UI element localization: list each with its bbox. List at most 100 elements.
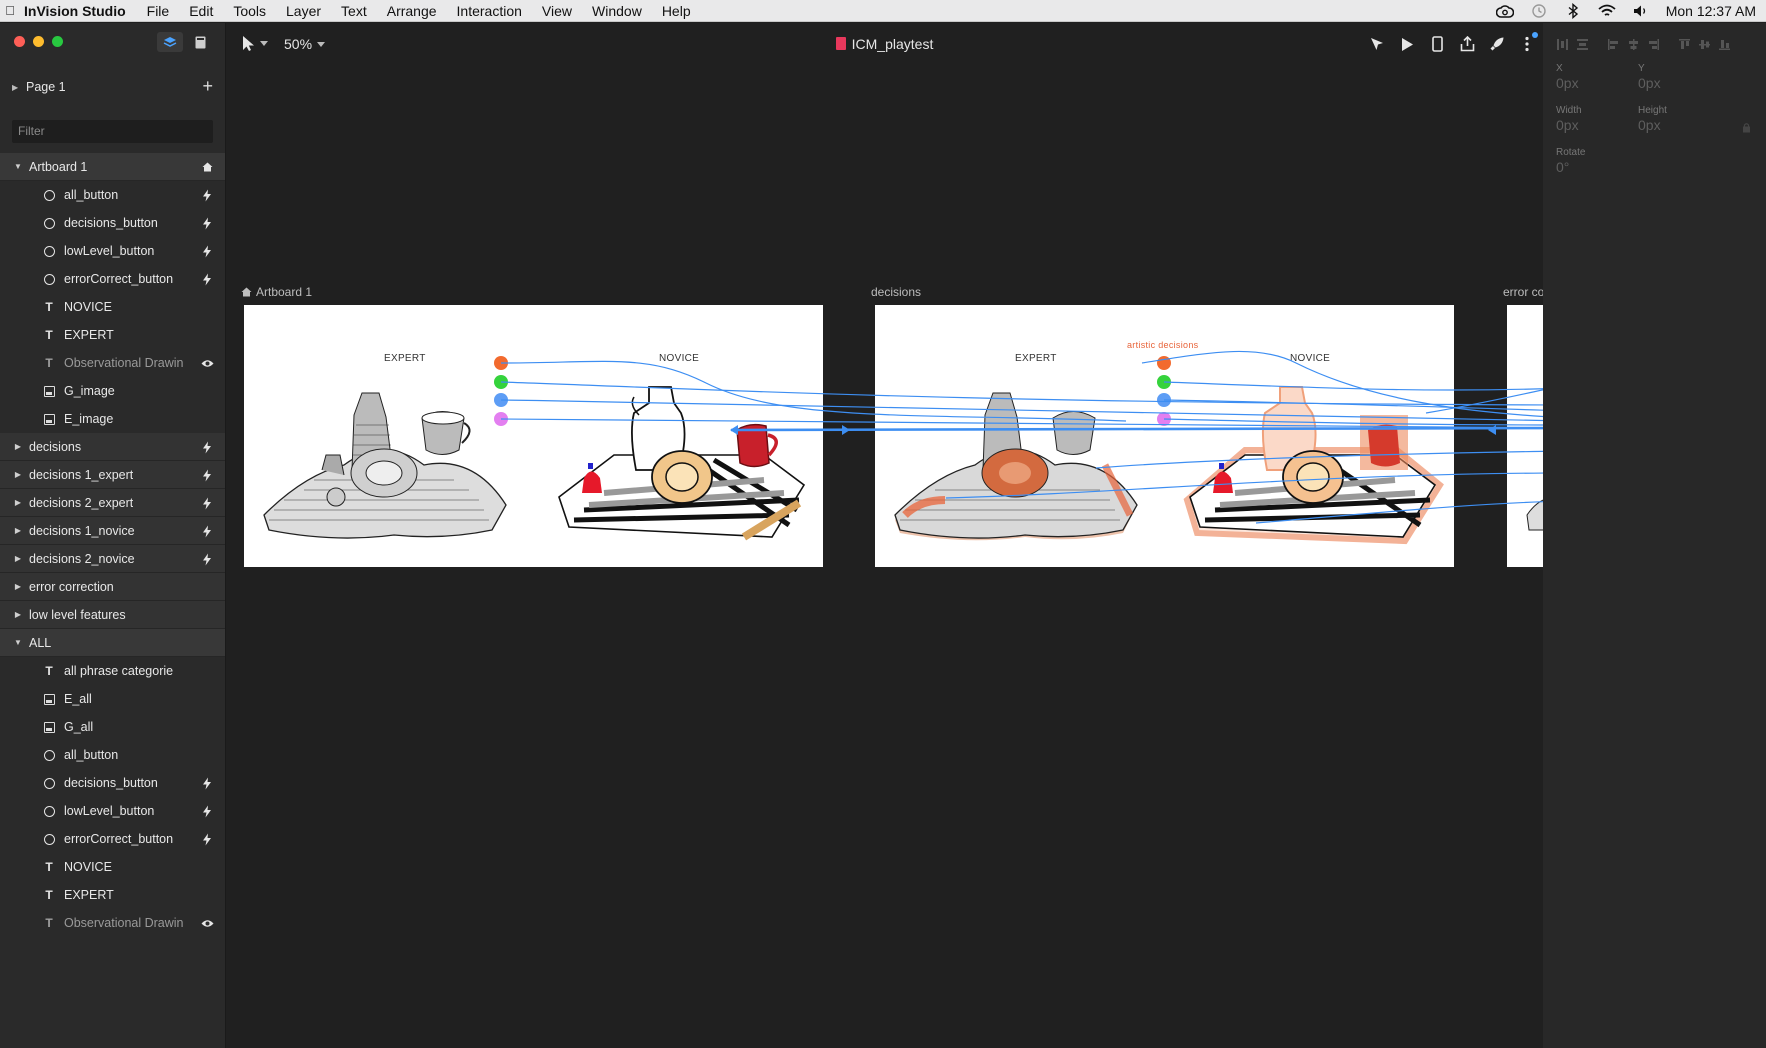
align-center-horizontal-icon[interactable] xyxy=(1626,36,1641,52)
layer-group-row[interactable]: ▶ decisions 2_expert xyxy=(0,489,225,517)
y-field[interactable]: 0px xyxy=(1638,75,1661,91)
caret-right-icon[interactable]: ▶ xyxy=(13,470,23,479)
layer-group-row[interactable]: ▼ Artboard 1 xyxy=(0,153,225,181)
link-all-button[interactable] xyxy=(500,360,1127,422)
bolt-icon[interactable] xyxy=(199,803,215,819)
rotate-field[interactable]: 0° xyxy=(1556,159,1569,175)
home-icon[interactable] xyxy=(199,159,215,175)
bolt-icon[interactable] xyxy=(199,187,215,203)
bolt-icon[interactable] xyxy=(199,215,215,231)
caret-right-icon[interactable]: ▶ xyxy=(13,554,23,563)
components-tab-icon[interactable] xyxy=(187,32,213,52)
layers-tab-icon[interactable] xyxy=(157,32,183,52)
wifi-icon[interactable] xyxy=(1598,4,1616,18)
layer-row[interactable]: errorCorrect_button xyxy=(0,265,225,293)
menu-interaction[interactable]: Interaction xyxy=(447,3,532,19)
volume-icon[interactable] xyxy=(1632,4,1650,18)
apple-menu-icon[interactable]:  xyxy=(0,3,20,18)
window-controls xyxy=(14,36,63,47)
menu-arrange[interactable]: Arrange xyxy=(377,3,447,19)
eye-icon[interactable] xyxy=(199,355,215,371)
layer-row[interactable]: lowLevel_button xyxy=(0,797,225,825)
caret-right-icon[interactable]: ▶ xyxy=(13,442,23,451)
caret-right-icon[interactable]: ▶ xyxy=(13,610,23,619)
bolt-icon[interactable] xyxy=(199,495,215,511)
layer-row[interactable]: T NOVICE xyxy=(0,293,225,321)
layer-row[interactable]: decisions_button xyxy=(0,209,225,237)
page-selector[interactable]: ▶ Page 1 + xyxy=(0,74,225,100)
width-field[interactable]: 0px xyxy=(1556,117,1579,133)
menu-help[interactable]: Help xyxy=(652,3,701,19)
lock-ratio-icon[interactable] xyxy=(1742,120,1751,138)
layer-group-row[interactable]: ▶ decisions 1_novice xyxy=(0,517,225,545)
layer-row[interactable]: decisions_button xyxy=(0,769,225,797)
menu-text[interactable]: Text xyxy=(331,3,377,19)
caret-right-icon[interactable]: ▶ xyxy=(13,582,23,591)
layer-row[interactable]: all_button xyxy=(0,741,225,769)
layer-row[interactable]: G_image xyxy=(0,377,225,405)
distribute-horizontal-icon[interactable] xyxy=(1555,36,1570,52)
page-label: Page 1 xyxy=(26,80,66,94)
bolt-icon[interactable] xyxy=(199,523,215,539)
menu-layer[interactable]: Layer xyxy=(276,3,331,19)
layer-row[interactable]: E_all xyxy=(0,685,225,713)
caret-right-icon[interactable]: ▶ xyxy=(13,526,23,535)
layer-row[interactable]: T EXPERT xyxy=(0,881,225,909)
canvas[interactable]: 50% ICM_playtest Artboard 1 decisions er… xyxy=(226,23,1543,1048)
layer-row[interactable]: T EXPERT xyxy=(0,321,225,349)
creative-cloud-icon[interactable] xyxy=(1495,4,1514,18)
layer-group-row[interactable]: ▼ ALL xyxy=(0,629,225,657)
bolt-icon[interactable] xyxy=(199,243,215,259)
layer-name: decisions 2_novice xyxy=(29,551,135,566)
close-window-button[interactable] xyxy=(14,36,25,47)
eye-icon[interactable] xyxy=(199,915,215,931)
layer-row[interactable]: lowLevel_button xyxy=(0,237,225,265)
align-right-icon[interactable] xyxy=(1646,36,1661,52)
layer-row[interactable]: T Observational Drawin xyxy=(0,349,225,377)
bolt-icon[interactable] xyxy=(199,467,215,483)
align-bottom-icon[interactable] xyxy=(1717,36,1732,52)
align-top-icon[interactable] xyxy=(1677,36,1692,52)
menu-file[interactable]: File xyxy=(137,3,180,19)
layer-row[interactable]: errorCorrect_button xyxy=(0,825,225,853)
layer-group-row[interactable]: ▶ decisions 2_novice xyxy=(0,545,225,573)
distribute-vertical-icon[interactable] xyxy=(1575,36,1590,52)
bluetooth-icon[interactable] xyxy=(1564,3,1582,19)
layer-filter-input[interactable]: Filter xyxy=(12,120,213,143)
layer-row[interactable]: T NOVICE xyxy=(0,853,225,881)
menu-window[interactable]: Window xyxy=(582,3,652,19)
menu-edit[interactable]: Edit xyxy=(179,3,223,19)
caret-down-icon[interactable]: ▼ xyxy=(13,638,23,647)
bolt-icon[interactable] xyxy=(199,551,215,567)
layer-row[interactable]: T Observational Drawin xyxy=(0,909,225,937)
menubar-clock[interactable]: Mon 12:37 AM xyxy=(1666,3,1756,19)
layer-group-row[interactable]: ▶ decisions 1_expert xyxy=(0,461,225,489)
x-field[interactable]: 0px xyxy=(1556,75,1579,91)
layer-group-row[interactable]: ▶ error correction xyxy=(0,573,225,601)
menu-tools[interactable]: Tools xyxy=(223,3,276,19)
add-page-button[interactable]: + xyxy=(202,76,213,97)
artboard-connector[interactable] xyxy=(730,426,1543,432)
align-middle-icon[interactable] xyxy=(1697,36,1712,52)
minimize-window-button[interactable] xyxy=(33,36,44,47)
layer-row[interactable]: G_all xyxy=(0,713,225,741)
layer-group-row[interactable]: ▶ decisions xyxy=(0,433,225,461)
app-name-menu[interactable]: InVision Studio xyxy=(20,3,137,19)
bolt-icon[interactable] xyxy=(199,271,215,287)
bolt-icon[interactable] xyxy=(199,439,215,455)
layer-row[interactable]: E_image xyxy=(0,405,225,433)
layer-row[interactable]: Tall phrase categorie xyxy=(0,657,225,685)
caret-right-icon[interactable]: ▶ xyxy=(13,498,23,507)
bolt-icon[interactable] xyxy=(199,831,215,847)
zoom-window-button[interactable] xyxy=(52,36,63,47)
layer-row[interactable]: all_button xyxy=(0,181,225,209)
layer-group-row[interactable]: ▶ low level features xyxy=(0,601,225,629)
time-machine-icon[interactable] xyxy=(1530,4,1548,18)
layer-name: E_all xyxy=(64,692,92,706)
layer-name: all_button xyxy=(64,188,119,202)
caret-down-icon[interactable]: ▼ xyxy=(13,162,23,171)
height-field[interactable]: 0px xyxy=(1638,117,1661,133)
bolt-icon[interactable] xyxy=(199,775,215,791)
align-left-icon[interactable] xyxy=(1606,36,1621,52)
menu-view[interactable]: View xyxy=(532,3,582,19)
